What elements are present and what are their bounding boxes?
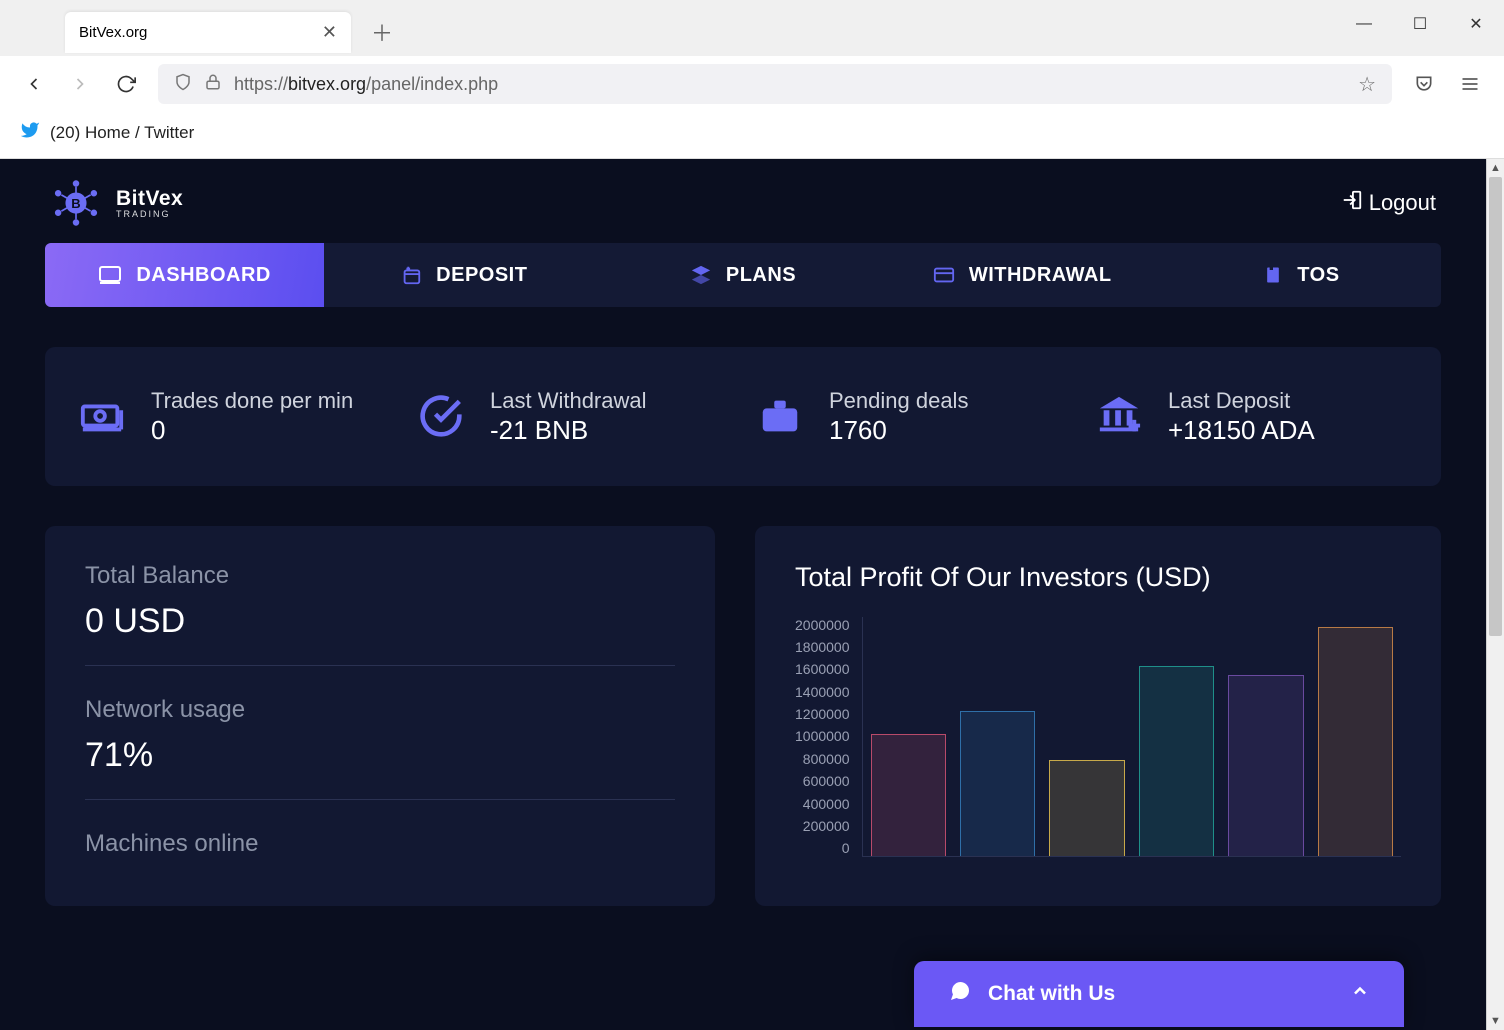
chat-widget[interactable]: Chat with Us (914, 961, 1404, 1027)
nav-tos[interactable]: TOS (1162, 243, 1441, 307)
stats-bar: Trades done per min 0 Last Withdrawal -2… (45, 347, 1441, 486)
brand-subtitle: TRADING (116, 210, 183, 220)
url-text: https://bitvex.org/panel/index.php (234, 74, 498, 95)
scroll-thumb[interactable] (1489, 177, 1502, 636)
document-icon (1263, 265, 1283, 285)
total-balance-value: 0 USD (85, 602, 675, 641)
chart-bar (1139, 666, 1214, 856)
scroll-down-icon[interactable]: ▼ (1487, 1012, 1504, 1030)
menu-icon[interactable] (1456, 70, 1484, 98)
twitter-icon (20, 120, 40, 146)
browser-tab[interactable]: BitVex.org ✕ (65, 12, 351, 53)
chart-bar (1318, 627, 1393, 855)
stat-last-withdrawal: Last Withdrawal -21 BNB (414, 387, 733, 446)
chart-panel: Total Profit Of Our Investors (USD) 2000… (755, 526, 1441, 906)
window-minimize-button[interactable]: — (1336, 0, 1392, 48)
deposit-icon (400, 264, 422, 286)
window-close-button[interactable]: ✕ (1448, 0, 1504, 48)
chart-bar (960, 711, 1035, 856)
stat-last-deposit: Last Deposit +18150 ADA (1092, 387, 1411, 446)
network-usage-value: 71% (85, 736, 675, 775)
page-content: B BitVex TRADING Logout DASHBOARD (0, 159, 1486, 1030)
reload-button[interactable] (112, 70, 140, 98)
chart-plot (862, 617, 1401, 857)
vertical-scrollbar[interactable]: ▲ ▼ (1486, 159, 1504, 1030)
stat-pending-deals: Pending deals 1760 (753, 387, 1072, 446)
chart-bar (871, 734, 946, 856)
brand-name: BitVex (116, 187, 183, 210)
logout-button[interactable]: Logout (1341, 189, 1436, 217)
chat-icon (948, 979, 972, 1009)
chart-bar (1228, 675, 1303, 855)
logo-icon: B (50, 177, 102, 229)
nav-withdrawal[interactable]: WITHDRAWAL (883, 243, 1162, 307)
chevron-up-icon (1350, 981, 1370, 1007)
back-button[interactable] (20, 70, 48, 98)
new-tab-button[interactable]: ＋ (371, 16, 393, 48)
tab-close-icon[interactable]: ✕ (322, 22, 337, 43)
pocket-icon[interactable] (1410, 70, 1438, 98)
money-icon (75, 389, 129, 443)
svg-text:B: B (71, 196, 80, 211)
tab-title: BitVex.org (79, 24, 147, 41)
logout-icon (1341, 189, 1363, 217)
briefcase-icon (753, 389, 807, 443)
layers-icon (690, 264, 712, 286)
address-bar[interactable]: https://bitvex.org/panel/index.php ☆ (158, 64, 1392, 104)
nav-dashboard[interactable]: DASHBOARD (45, 243, 324, 307)
window-maximize-button[interactable]: ☐ (1392, 0, 1448, 48)
total-balance-label: Total Balance (85, 562, 675, 590)
forward-button[interactable] (66, 70, 94, 98)
nav-deposit[interactable]: DEPOSIT (324, 243, 603, 307)
lock-icon (204, 73, 222, 96)
network-usage-label: Network usage (85, 696, 675, 724)
chart-title: Total Profit Of Our Investors (USD) (795, 562, 1401, 593)
check-circle-icon (414, 389, 468, 443)
shield-icon (174, 73, 192, 96)
balance-panel: Total Balance 0 USD Network usage 71% Ma… (45, 526, 715, 906)
chart-bar (1049, 760, 1124, 856)
bank-plus-icon (1092, 389, 1146, 443)
monitor-icon (98, 263, 122, 287)
chart-y-axis: 2000000180000016000001400000120000010000… (795, 617, 850, 857)
bookmark-link[interactable]: (20) Home / Twitter (50, 123, 194, 143)
card-icon (933, 264, 955, 286)
machines-online-label: Machines online (85, 830, 675, 858)
stat-trades: Trades done per min 0 (75, 387, 394, 446)
bookmark-star-icon[interactable]: ☆ (1358, 72, 1376, 97)
main-nav: DASHBOARD DEPOSIT PLANS WITHDRAWAL TOS (45, 243, 1441, 307)
brand-logo[interactable]: B BitVex TRADING (50, 177, 183, 229)
scroll-up-icon[interactable]: ▲ (1487, 159, 1504, 177)
nav-plans[interactable]: PLANS (603, 243, 882, 307)
